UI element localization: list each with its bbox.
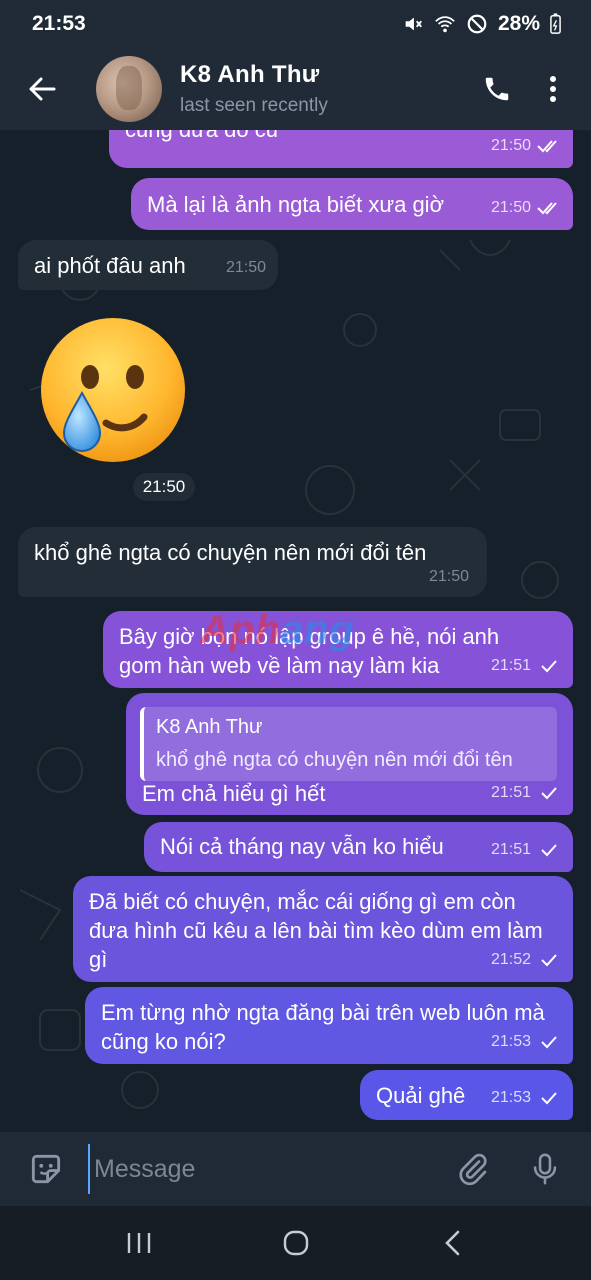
message-bubble-outgoing[interactable]: Nói cả tháng nay vẫn ko hiểu 21:51: [144, 822, 573, 872]
message-list[interactable]: cũng đưa đồ cũ 21:50 Mà lại là ảnh ngta …: [0, 130, 591, 1132]
message-bubble-outgoing[interactable]: Em từng nhờ ngta đăng bài trên web luôn …: [85, 987, 573, 1064]
sticker-icon: [31, 1154, 61, 1184]
message-text: Nói cả tháng nay vẫn ko hiểu: [160, 834, 444, 859]
message-meta: 21:53: [491, 1027, 561, 1056]
message-meta: 21:50: [429, 562, 469, 591]
system-nav-bar: [0, 1206, 591, 1280]
reply-quote[interactable]: K8 Anh Thư khổ ghê ngta có chuyện nên mớ…: [140, 707, 557, 781]
message-input[interactable]: [88, 1144, 447, 1194]
message-text: Mà lại là ảnh ngta biết xưa giờ: [147, 192, 444, 217]
watermark-part1: Aph: [200, 608, 281, 652]
wifi-icon: [435, 16, 455, 33]
attach-button[interactable]: [447, 1143, 499, 1195]
status-icons: 28%: [402, 12, 561, 36]
message-time: 21:50: [490, 199, 531, 216]
message-meta: 21:52: [491, 945, 561, 974]
mute-icon: [405, 17, 422, 31]
message-bubble-incoming[interactable]: khổ ghê ngta có chuyện nên mới đổi tên 2…: [18, 527, 487, 597]
message-time: 21:51: [490, 657, 531, 674]
more-vert-icon: [550, 76, 556, 102]
back-arrow-icon: [29, 77, 56, 101]
nav-back-button[interactable]: [423, 1213, 483, 1273]
message-meta: 21:50: [491, 131, 561, 160]
chat-subtitle: last seen recently: [180, 95, 328, 116]
sticker-time: 21:50: [133, 473, 195, 501]
message-meta: 21:50: [491, 193, 561, 222]
message-time: 21:50: [225, 259, 266, 276]
double-check-icon: [537, 201, 557, 214]
battery-icon: [550, 13, 561, 34]
message-time: 21:50: [428, 568, 469, 585]
message-text: cũng đưa đồ cũ: [125, 130, 278, 144]
check-icon: [541, 786, 557, 799]
recents-icon: [127, 1233, 150, 1253]
check-icon: [541, 659, 557, 672]
compose-bar: [0, 1132, 591, 1206]
sticker-button[interactable]: [20, 1143, 72, 1195]
message-meta: 21:50: [226, 253, 266, 282]
message-time: 21:50: [490, 137, 531, 154]
recents-button[interactable]: [109, 1213, 169, 1273]
message-text: khổ ghê ngta có chuyện nên mới đổi tên: [34, 540, 427, 565]
message-bubble-incoming[interactable]: ai phốt đâu anh 21:50: [18, 240, 278, 290]
message-text: Quải ghê: [376, 1083, 466, 1108]
check-icon: [541, 1035, 557, 1048]
attach-icon: [459, 1153, 487, 1186]
message-bubble-outgoing[interactable]: cũng đưa đồ cũ 21:50: [109, 130, 573, 168]
message-meta: 21:51: [491, 778, 561, 807]
phone-icon: [485, 77, 509, 101]
message-time: 21:53: [490, 1033, 531, 1050]
message-bubble-outgoing[interactable]: K8 Anh Thư khổ ghê ngta có chuyện nên mớ…: [126, 693, 573, 815]
reply-author: K8 Anh Thư: [156, 716, 263, 738]
message-meta: 21:53: [491, 1083, 561, 1112]
message-text: ai phốt đâu anh: [34, 253, 186, 278]
message-time: 21:51: [490, 841, 531, 858]
mic-icon: [533, 1153, 557, 1185]
message-meta: 21:51: [491, 835, 561, 864]
watermark-part2: ang: [280, 608, 355, 652]
nav-back-icon: [444, 1230, 459, 1256]
message-text: Đã biết có chuyện, mắc cái giống gì em c…: [89, 889, 543, 972]
chat-title: K8 Anh Thư: [180, 61, 320, 88]
call-button[interactable]: [469, 61, 525, 117]
more-button[interactable]: [525, 61, 581, 117]
message-time: 21:51: [490, 784, 531, 801]
reply-text: khổ ghê ngta có chuyện nên mới đổi tên: [156, 749, 513, 771]
check-icon: [541, 1091, 557, 1104]
chat-header: K8 Anh Thư last seen recently: [0, 48, 591, 130]
message-meta: 21:51: [491, 651, 561, 680]
check-icon: [541, 953, 557, 966]
avatar[interactable]: [96, 56, 162, 122]
home-icon: [283, 1230, 308, 1256]
check-icon: [541, 843, 557, 856]
message-bubble-outgoing[interactable]: Đã biết có chuyện, mắc cái giống gì em c…: [73, 876, 573, 982]
message-text: Em chả hiểu gì hết: [142, 781, 326, 806]
back-button[interactable]: [12, 59, 72, 119]
dnd-icon: [467, 14, 487, 34]
voice-button[interactable]: [519, 1143, 571, 1195]
message-bubble-outgoing[interactable]: Quải ghê 21:53: [360, 1070, 573, 1120]
home-button[interactable]: [266, 1213, 326, 1273]
watermark-logo: Aphang: [200, 608, 355, 653]
message-bubble-outgoing[interactable]: Mà lại là ảnh ngta biết xưa giờ 21:50: [131, 178, 573, 230]
status-time: 21:53: [32, 12, 86, 35]
message-time: 21:52: [490, 951, 531, 968]
battery-level: 28%: [497, 12, 540, 35]
status-bar: 21:53 28%: [0, 0, 591, 48]
title-block[interactable]: K8 Anh Thư last seen recently: [180, 61, 469, 117]
double-check-icon: [537, 139, 557, 152]
sticker-emoji[interactable]: [38, 315, 188, 465]
message-time: 21:53: [490, 1089, 531, 1106]
